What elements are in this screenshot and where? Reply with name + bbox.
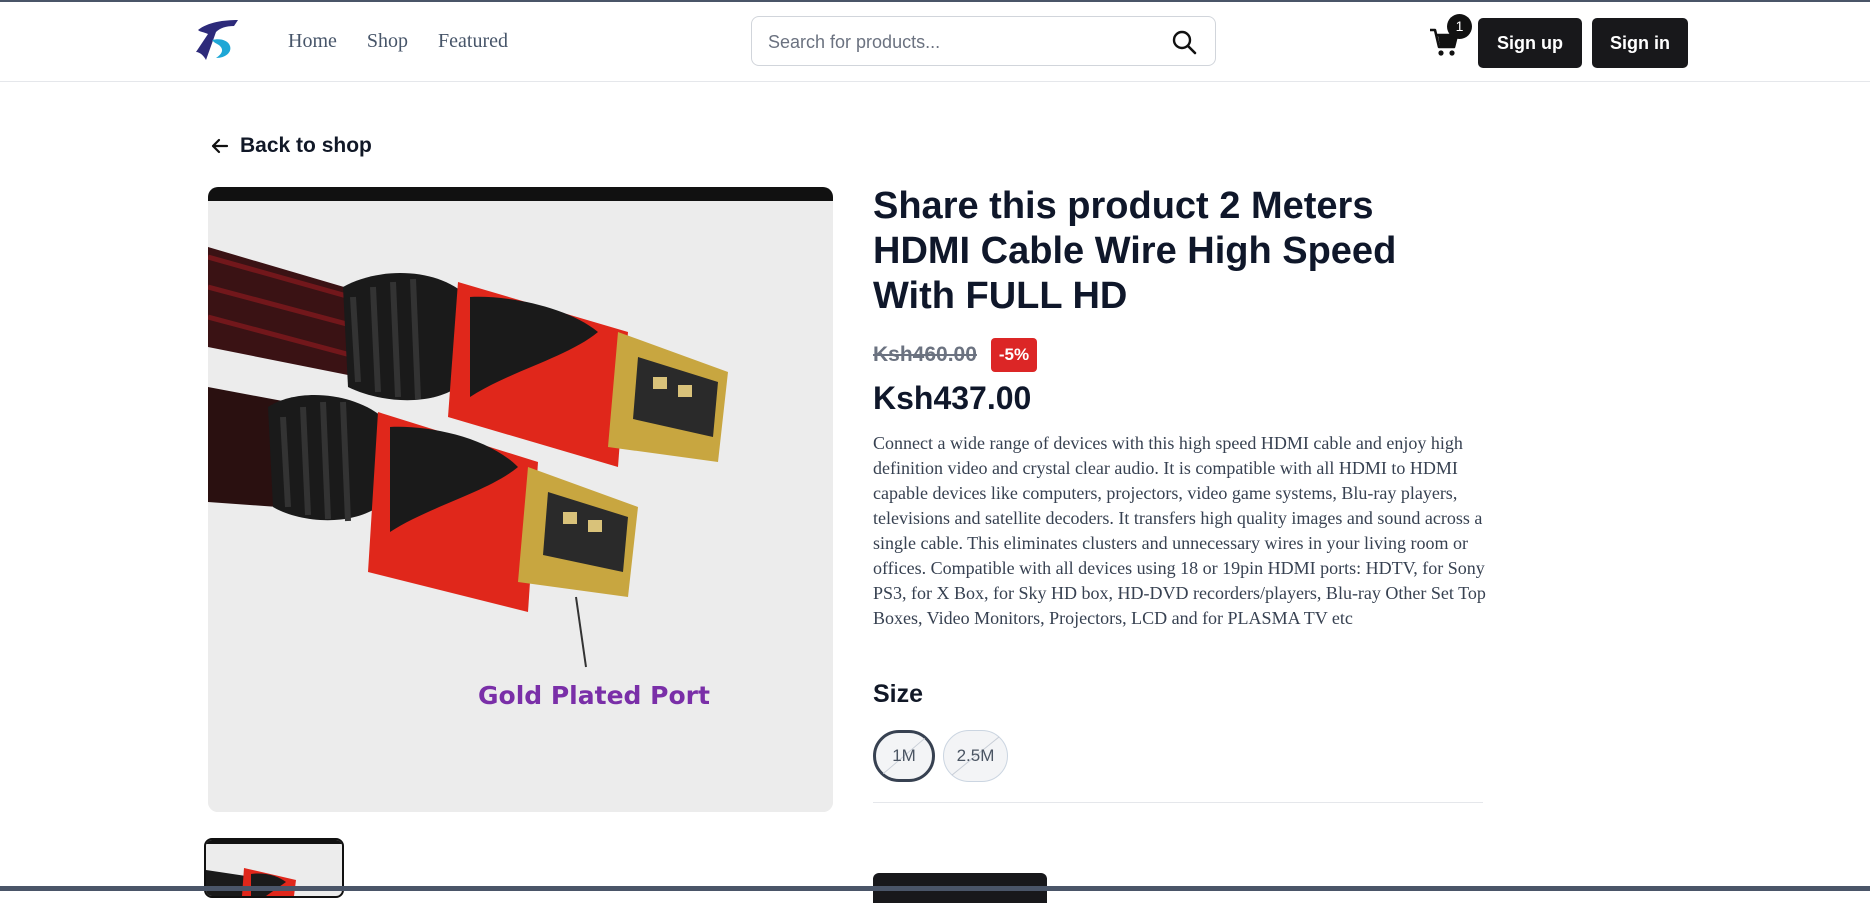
site-header: Home Shop Featured 1 Sign up Sign in (0, 2, 1870, 82)
cart-count-badge: 1 (1447, 14, 1472, 39)
divider (873, 802, 1483, 803)
product-title: Share this product 2 Meters HDMI Cable W… (873, 185, 1397, 317)
size-option-1m[interactable]: 1M (873, 730, 935, 782)
main-nav: Home Shop Featured (288, 30, 508, 53)
search-box (751, 16, 1216, 66)
product-main-image[interactable]: Gold Plated Port (208, 187, 833, 812)
search-input[interactable] (766, 29, 1160, 55)
image-caption: Gold Plated Port (478, 681, 710, 710)
window-bottom-border (0, 886, 1870, 891)
arrow-left-icon (211, 138, 229, 154)
brand-logo-icon[interactable] (194, 18, 240, 62)
size-label: Size (873, 680, 924, 708)
nav-shop-link[interactable]: Shop (367, 30, 408, 53)
back-to-shop-label: Back to shop (240, 134, 372, 157)
sign-in-button[interactable]: Sign in (1592, 18, 1688, 68)
sign-up-button[interactable]: Sign up (1478, 18, 1582, 68)
size-option-2-5m[interactable]: 2.5M (943, 730, 1008, 782)
nav-featured-link[interactable]: Featured (438, 30, 508, 53)
search-icon[interactable] (1171, 29, 1197, 55)
current-price: Ksh437.00 (873, 380, 1032, 416)
size-option-label: 1M (892, 746, 916, 765)
hdmi-cable-illustration (208, 187, 833, 812)
back-to-shop-link[interactable]: Back to shop (210, 134, 372, 158)
size-option-label: 2.5M (956, 746, 995, 765)
discount-badge: -5% (991, 338, 1037, 372)
nav-home-link[interactable]: Home (288, 30, 337, 53)
original-price: Ksh460.00 (873, 343, 977, 366)
product-description: Connect a wide range of devices with thi… (873, 433, 1486, 628)
